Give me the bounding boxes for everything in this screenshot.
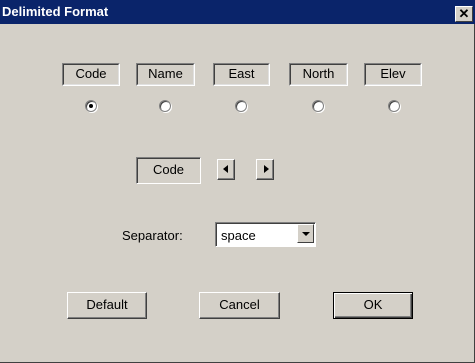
- radio-north[interactable]: [312, 100, 324, 112]
- cancel-button[interactable]: Cancel: [199, 292, 280, 319]
- field-label-north: North: [289, 63, 348, 86]
- title-bar: Delimited Format ✕: [0, 0, 475, 24]
- delimited-format-dialog: Delimited Format ✕ Code Name East North …: [0, 0, 475, 363]
- window-title: Delimited Format: [2, 4, 109, 19]
- chevron-down-icon[interactable]: [297, 224, 314, 243]
- current-field-display: Code: [136, 157, 201, 184]
- radio-name[interactable]: [159, 100, 171, 112]
- field-label-code: Code: [62, 63, 120, 86]
- ok-button[interactable]: OK: [333, 292, 413, 319]
- separator-label: Separator:: [122, 228, 183, 243]
- radio-east[interactable]: [235, 100, 247, 112]
- move-right-button[interactable]: [256, 159, 274, 180]
- default-button[interactable]: Default: [67, 292, 147, 319]
- radio-code[interactable]: [85, 100, 97, 112]
- field-label-elev: Elev: [364, 63, 422, 86]
- field-label-name: Name: [136, 63, 195, 86]
- separator-select[interactable]: space: [215, 222, 316, 247]
- field-label-east: East: [213, 63, 270, 86]
- close-icon: ✕: [458, 6, 470, 21]
- radio-elev[interactable]: [388, 100, 400, 112]
- close-button[interactable]: ✕: [455, 6, 473, 22]
- separator-value: space: [221, 228, 256, 243]
- move-left-button[interactable]: [217, 159, 235, 180]
